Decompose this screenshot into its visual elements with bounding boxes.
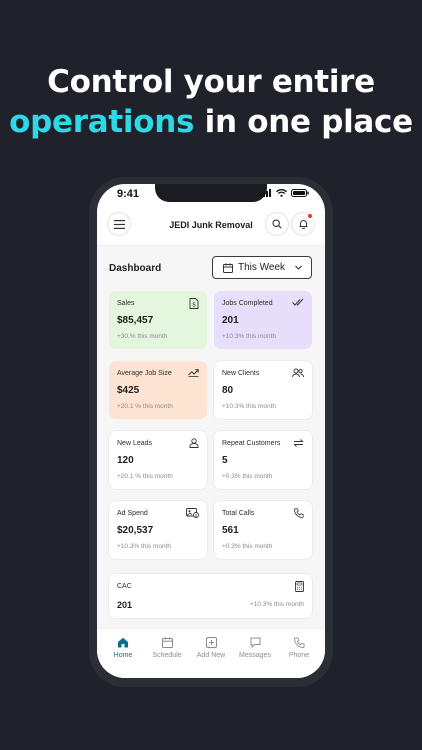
double-check-icon bbox=[292, 298, 304, 307]
stat-value: 201 bbox=[222, 315, 239, 326]
notch bbox=[155, 184, 267, 202]
stat-card-total-calls[interactable]: Total Calls 561 +0.3% this month bbox=[214, 501, 312, 559]
phone-screen: 9:41 JEDI Junk Removal Dashboard This We… bbox=[97, 184, 325, 678]
nav-label: Messages bbox=[239, 652, 271, 659]
headline-accent: operations bbox=[9, 104, 195, 140]
stat-value: 80 bbox=[222, 385, 234, 396]
headline-rest: in one place bbox=[194, 104, 414, 140]
stat-card-jobs-completed[interactable]: Jobs Completed 201 +10.3% this month bbox=[214, 291, 312, 349]
stat-card-new-clients[interactable]: New Clients 80 +10.3% this month bbox=[214, 361, 312, 419]
nav-label: Phone bbox=[288, 652, 310, 659]
stat-change: +10.3% this month bbox=[222, 333, 277, 340]
stat-value: $20,537 bbox=[117, 525, 154, 536]
stat-label: Average Job Size bbox=[117, 370, 172, 377]
stat-card-ad-spend[interactable]: Ad Spend $20,537 +10.3% this month $ bbox=[109, 501, 207, 559]
nav-phone[interactable]: Phone bbox=[277, 637, 321, 678]
stat-change: +30.% this month bbox=[117, 333, 168, 340]
calculator-icon bbox=[295, 581, 304, 592]
stat-label: Jobs Completed bbox=[222, 300, 273, 307]
stat-card-average-job-size[interactable]: Average Job Size $425 +20.1 % this month bbox=[109, 361, 207, 419]
stat-change: +20.1 % this month bbox=[117, 473, 173, 480]
stat-value: $85,457 bbox=[117, 315, 154, 326]
nav-home[interactable]: Home bbox=[101, 637, 145, 678]
dollar-doc-icon: $ bbox=[189, 298, 199, 309]
status-time: 9:41 bbox=[117, 188, 140, 200]
nav-messages[interactable]: Messages bbox=[233, 637, 277, 678]
search-icon bbox=[272, 219, 282, 229]
bell-icon bbox=[299, 220, 307, 229]
headline-line-1: Control your entire bbox=[47, 64, 375, 100]
chevron-down-icon bbox=[294, 263, 303, 272]
stat-change: +0.3% this month bbox=[222, 543, 273, 550]
calendar-icon bbox=[223, 262, 233, 273]
stat-value: 5 bbox=[222, 455, 228, 466]
nav-label: Schedule bbox=[152, 652, 182, 659]
stat-label: New Leads bbox=[117, 440, 153, 447]
stat-label: New Clients bbox=[222, 370, 260, 377]
stat-label: Total Calls bbox=[222, 510, 255, 517]
lead-icon bbox=[189, 438, 199, 448]
period-select-value: This Week bbox=[238, 262, 286, 273]
nav-schedule[interactable]: Schedule bbox=[145, 637, 189, 678]
period-select[interactable]: This Week bbox=[212, 256, 312, 279]
app-bar: JEDI Junk Removal bbox=[97, 206, 325, 246]
stat-change: +20.1 % this month bbox=[117, 403, 173, 410]
notification-dot bbox=[308, 214, 312, 218]
dashboard-content: Dashboard This Week Sales $85,457 +30.% … bbox=[97, 246, 325, 628]
repeat-icon bbox=[293, 438, 304, 448]
calendar-icon bbox=[161, 637, 173, 648]
bottom-nav: Home Schedule Add New Messages Phone bbox=[97, 628, 325, 678]
plus-square-icon bbox=[205, 637, 217, 648]
nav-label: Add New bbox=[196, 652, 226, 659]
notifications-button[interactable] bbox=[291, 212, 315, 236]
dashboard-title: Dashboard bbox=[109, 263, 162, 274]
stat-value: 561 bbox=[222, 525, 239, 536]
stat-card-new-leads[interactable]: New Leads 120 +20.1 % this month bbox=[109, 431, 207, 489]
status-icons bbox=[260, 189, 309, 197]
svg-text:$: $ bbox=[192, 301, 196, 308]
stat-change: +10.3% this month bbox=[117, 543, 172, 550]
search-button[interactable] bbox=[265, 212, 289, 236]
svg-text:$: $ bbox=[195, 513, 198, 518]
stat-label: Ad Spend bbox=[117, 510, 148, 517]
headline: Control your entire operations in one pl… bbox=[0, 62, 422, 142]
nav-add-new[interactable]: Add New bbox=[189, 637, 233, 678]
stat-value: 201 bbox=[117, 600, 133, 610]
users-icon bbox=[292, 368, 304, 378]
stat-label: Sales bbox=[117, 300, 135, 307]
stat-change: +10.3% this month bbox=[249, 601, 304, 608]
stat-card-sales[interactable]: Sales $85,457 +30.% this month $ bbox=[109, 291, 207, 349]
home-icon bbox=[118, 637, 128, 648]
stat-value: 120 bbox=[117, 455, 134, 466]
stat-label: Repeat Customers bbox=[222, 440, 281, 447]
message-icon bbox=[250, 637, 260, 648]
signal-icon bbox=[260, 189, 271, 197]
stat-card-cac[interactable]: CAC 201 +10.3% this month bbox=[109, 574, 312, 618]
stat-label: CAC bbox=[117, 583, 132, 590]
ad-icon: $ bbox=[186, 508, 199, 518]
phone-icon bbox=[293, 637, 305, 648]
stat-change: +10.3% this month bbox=[222, 403, 277, 410]
trend-up-icon bbox=[188, 368, 199, 377]
stat-value: $425 bbox=[117, 385, 140, 396]
stat-change: +0.3% this month bbox=[222, 473, 273, 480]
wifi-icon bbox=[276, 189, 287, 197]
battery-icon bbox=[291, 189, 309, 197]
nav-label: Home bbox=[113, 652, 133, 659]
headline-line-2: operations in one place bbox=[0, 102, 422, 142]
stat-card-repeat-customers[interactable]: Repeat Customers 5 +0.3% this month bbox=[214, 431, 312, 489]
phone-icon bbox=[294, 508, 304, 518]
